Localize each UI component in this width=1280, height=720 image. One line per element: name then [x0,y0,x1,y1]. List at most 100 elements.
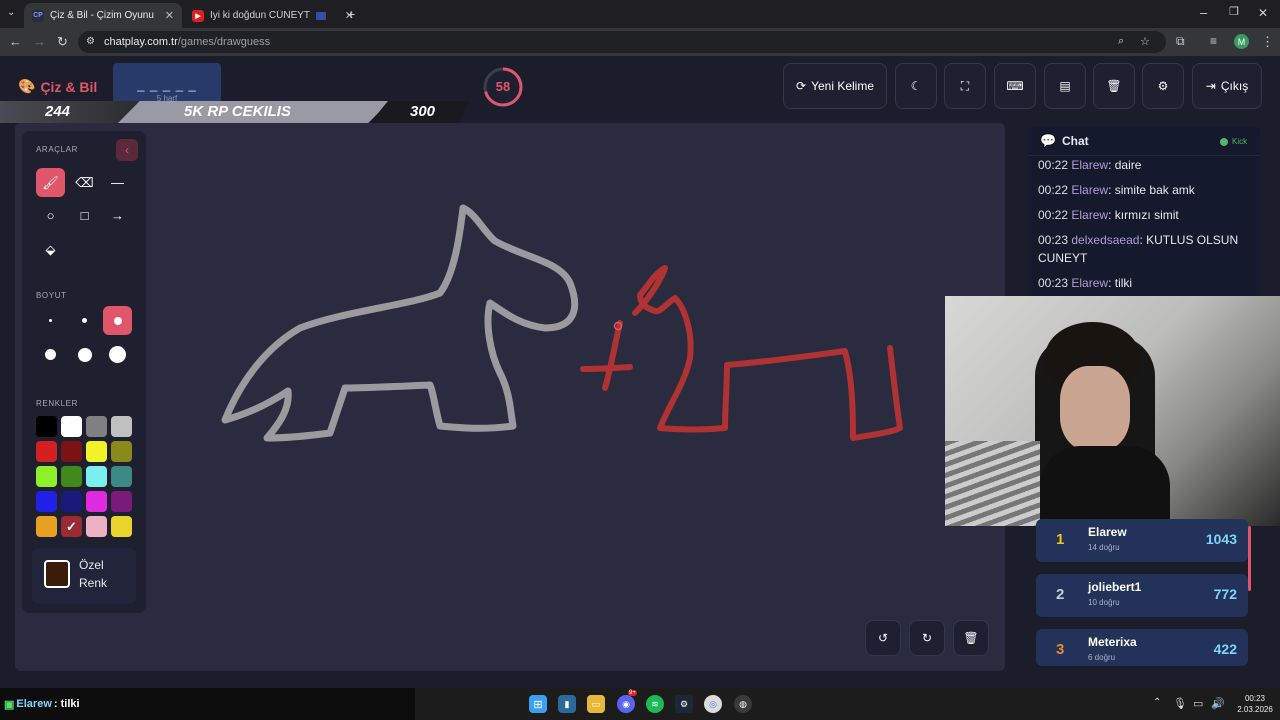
new-tab-icon[interactable]: + [347,7,355,21]
minimize-icon[interactable]: – [1200,6,1207,19]
zoom-icon[interactable]: ⌕ [1118,35,1124,48]
tray-chevron-icon[interactable]: ⌃ [1153,697,1161,708]
canvas-clear-button[interactable]: 🗑 [953,620,989,656]
custom-color-button[interactable]: Özel Renk [32,548,136,604]
window-close-icon[interactable]: ✕ [1258,7,1268,19]
new-word-button[interactable]: ⟳ Yeni Kelime [783,63,887,109]
color-swatch[interactable] [36,516,57,537]
color-swatch[interactable] [111,441,132,462]
color-swatch[interactable] [111,491,132,512]
chat-message: 00:23 delxedsaead: KUTLUS OLSUN CUNEYT [1038,233,1239,265]
size-1-button[interactable] [36,306,65,335]
color-swatch[interactable] [61,466,82,487]
color-swatch[interactable] [36,441,57,462]
redo-button[interactable]: ↻ [909,620,945,656]
fill-tool-button[interactable]: ⬙ [36,235,65,264]
fullscreen-button[interactable]: ⛶ [944,63,986,109]
circle-tool-button[interactable]: ○ [36,201,65,230]
bookmark-star-icon[interactable]: ☆ [1140,35,1150,48]
menu-icon[interactable]: ⋮ [1261,35,1274,48]
chat-title: Chat [1062,134,1089,148]
drawing-strokes [221,204,903,442]
color-swatch[interactable] [36,466,57,487]
color-swatch[interactable] [86,516,107,537]
player-points: 1043 [1205,531,1237,547]
color-swatch[interactable] [86,441,107,462]
eraser-tool-button[interactable]: ⌫ [70,168,99,197]
color-swatch[interactable] [86,491,107,512]
clock[interactable]: 00:23 2.03.2026 [1236,693,1274,715]
color-swatch[interactable] [36,491,57,512]
color-swatch[interactable] [61,491,82,512]
color-swatch[interactable] [36,416,57,437]
color-swatch[interactable] [111,416,132,437]
color-swatch[interactable] [111,466,132,487]
drawing-canvas[interactable]: ↺ ↻ 🗑 [15,123,1005,671]
tab-youtube[interactable]: ▶ İyi ki doğdun CÜNEYT - İsm ✕ [184,3,362,28]
color-swatch[interactable] [61,416,82,437]
collapse-panel-button[interactable]: ‹ [116,139,138,161]
square-icon: □ [80,208,89,223]
size-4-button[interactable] [36,340,65,369]
color-swatch[interactable] [111,516,132,537]
color-swatch[interactable] [86,466,107,487]
trash-icon: 🗑 [1106,79,1122,93]
tab-title: Çiz & Bil - Çizim Oyunu [50,10,154,21]
new-word-label: Yeni Kelime [811,79,874,93]
player-correct: 6 doğru [1088,653,1116,662]
webcam-overlay [945,296,1280,526]
ticker-text: : tilki [53,698,80,710]
size-2-button[interactable] [70,306,99,335]
reload-icon[interactable]: ↻ [57,35,68,48]
leaderboard-scrollbar[interactable] [1248,526,1251,591]
check-icon: ✓ [66,519,77,534]
clear-button[interactable]: 🗑 [1093,63,1135,109]
settings-button[interactable]: ⚙ [1142,63,1184,109]
line-tool-button[interactable]: — [103,168,132,197]
volume-icon[interactable]: 🔊 [1211,697,1225,710]
webcam-bed [945,441,1040,526]
media-control-icon[interactable]: ≡ [1210,35,1217,47]
discord-icon[interactable]: ◉ [617,695,635,713]
close-icon[interactable]: ✕ [165,9,174,22]
logo[interactable]: 🎨 Çiz & Bil [18,78,97,95]
maximize-icon[interactable]: ❐ [1229,7,1239,18]
other-app-icon[interactable]: ◍ [734,695,752,713]
chrome-icon[interactable]: ◎ [704,695,722,713]
size-3-button[interactable] [103,306,132,335]
brush-tool-button[interactable]: 🖌 [36,168,65,197]
exit-button[interactable]: ⇥ Çıkış [1192,63,1262,109]
app-icon[interactable]: ▮ [558,695,576,713]
archive-button[interactable]: ▤ [1044,63,1086,109]
size-6-button[interactable] [103,340,132,369]
back-icon[interactable]: ← [9,35,22,48]
rectangle-tool-button[interactable]: □ [70,201,99,230]
keyboard-button[interactable]: ⌨ [994,63,1036,109]
steam-icon[interactable]: ⚙ [675,695,693,713]
color-swatch[interactable] [86,416,107,437]
color-swatch[interactable] [61,441,82,462]
size-5-button[interactable] [70,340,99,369]
profile-avatar[interactable]: M [1234,34,1249,49]
undo-button[interactable]: ↺ [865,620,901,656]
site-info-icon[interactable]: ⚙ [86,36,95,47]
display-icon[interactable]: ▭ [1193,697,1203,710]
extensions-icon[interactable]: ⧉ [1176,35,1185,47]
red-stroke-cross [580,320,728,433]
address-bar[interactable]: ⚙ chatplay.com.tr/games/drawguess ⌕ ☆ [78,31,1166,53]
arrow-tool-button[interactable]: → [103,201,132,230]
file-explorer-icon[interactable]: ▭ [587,695,605,713]
circle-icon: ○ [46,208,55,223]
theme-toggle-button[interactable]: ☾ [895,63,937,109]
tab-drawguess[interactable]: CP Çiz & Bil - Çizim Oyunu ✕ [24,3,182,28]
forward-icon[interactable]: → [33,35,46,48]
spotify-icon[interactable]: ≋ [646,695,664,713]
tab-search-icon[interactable]: ⌄ [7,8,15,18]
size-dot-icon [77,347,92,362]
windows-start-icon[interactable]: ⊞ [529,695,547,713]
overlay-left-count: 244 [45,103,71,120]
custom-color-label-1: Özel [79,558,104,572]
microphone-icon[interactable]: 🎙 [1173,697,1187,710]
color-swatch[interactable]: ✓ [61,516,82,537]
rank: 3 [1056,641,1065,658]
